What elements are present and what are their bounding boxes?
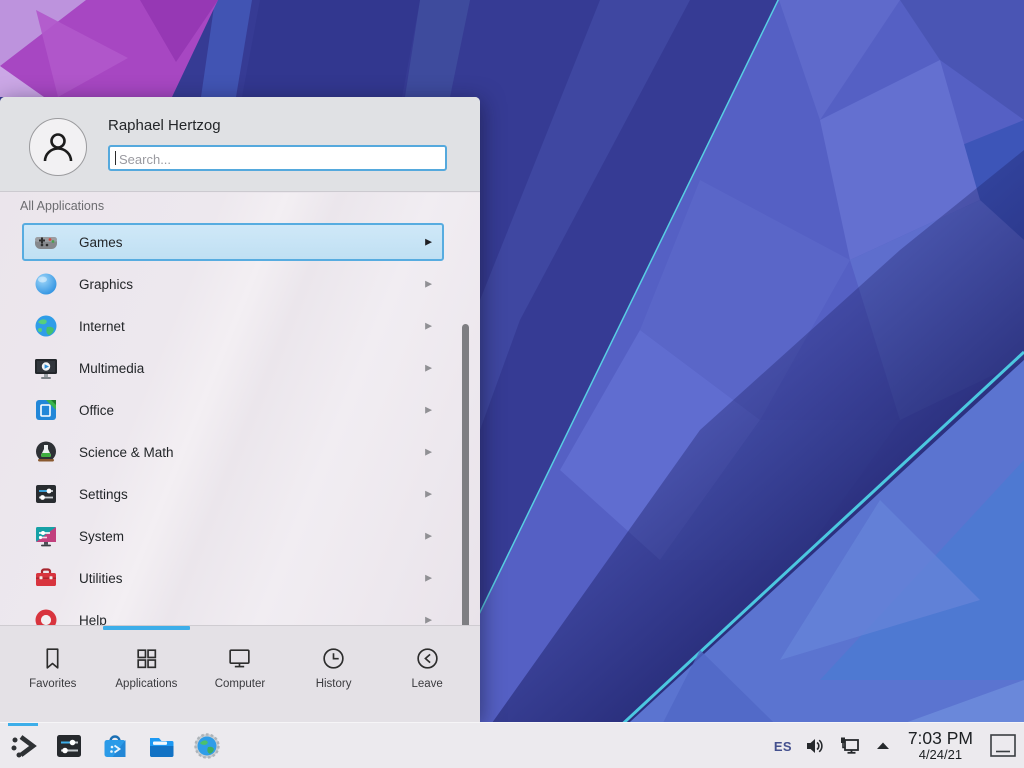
globe-browser-icon xyxy=(193,732,221,760)
keyboard-layout-indicator[interactable]: ES xyxy=(774,739,792,754)
menu-header: Raphael Hertzog xyxy=(0,97,480,192)
dolphin-folder-icon xyxy=(147,732,175,760)
user-avatar[interactable] xyxy=(29,118,87,176)
leave-icon xyxy=(414,645,441,672)
system-settings-button[interactable] xyxy=(54,731,84,761)
menu-item-label: Help xyxy=(79,613,107,626)
menu-item-system[interactable]: System ▶ xyxy=(22,517,444,555)
submenu-arrow-icon: ▶ xyxy=(425,279,432,290)
multimedia-icon xyxy=(33,355,59,381)
user-name: Raphael Hertzog xyxy=(108,117,221,134)
tab-favorites[interactable]: Favorites xyxy=(6,626,100,722)
search-field[interactable] xyxy=(108,145,447,171)
utilities-icon xyxy=(33,565,59,591)
system-icon xyxy=(33,523,59,549)
file-manager-button[interactable] xyxy=(146,731,176,761)
menu-item-internet[interactable]: Internet ▶ xyxy=(22,307,444,345)
submenu-arrow-icon: ▶ xyxy=(425,447,432,458)
section-label: All Applications xyxy=(20,199,104,213)
app-launcher-button[interactable] xyxy=(8,731,38,761)
tab-computer[interactable]: Computer xyxy=(193,626,287,722)
kde-launcher-icon xyxy=(9,732,37,760)
menu-item-label: Games xyxy=(79,235,123,250)
clock-date: 4/24/21 xyxy=(908,748,973,762)
history-icon xyxy=(320,645,347,672)
science-icon xyxy=(33,439,59,465)
office-icon xyxy=(33,397,59,423)
menu-item-games[interactable]: Games ▶ xyxy=(22,223,444,261)
discover-icon xyxy=(101,732,129,760)
submenu-arrow-icon: ▶ xyxy=(425,573,432,584)
submenu-arrow-icon: ▶ xyxy=(425,321,432,332)
applications-icon xyxy=(133,645,160,672)
application-category-list: All Applications Games ▶ G xyxy=(0,193,480,625)
menu-item-label: Science & Math xyxy=(79,445,174,460)
taskbar-panel: ES 7:03 PM xyxy=(0,722,1024,768)
submenu-arrow-icon: ▶ xyxy=(425,237,432,248)
expand-tray-button[interactable] xyxy=(874,737,892,755)
desktop: Raphael Hertzog All Applications Games ▶ xyxy=(0,0,1024,768)
tab-label: Favorites xyxy=(29,678,76,690)
submenu-arrow-icon: ▶ xyxy=(425,489,432,500)
menu-item-label: Internet xyxy=(79,319,125,334)
tab-history[interactable]: History xyxy=(287,626,381,722)
menu-item-settings[interactable]: Settings ▶ xyxy=(22,475,444,513)
menu-item-label: Graphics xyxy=(79,277,133,292)
menu-item-multimedia[interactable]: Multimedia ▶ xyxy=(22,349,444,387)
tab-label: History xyxy=(316,678,352,690)
search-input[interactable] xyxy=(117,147,441,171)
settings-icon xyxy=(33,481,59,507)
menu-item-label: Settings xyxy=(79,487,128,502)
system-tray: ES 7:03 PM xyxy=(774,723,1024,768)
network-icon xyxy=(838,734,862,758)
volume-button[interactable] xyxy=(804,735,826,757)
submenu-arrow-icon: ▶ xyxy=(425,615,432,626)
tab-label: Computer xyxy=(215,678,266,690)
application-launcher-menu: Raphael Hertzog All Applications Games ▶ xyxy=(0,97,480,722)
expand-tray-icon xyxy=(874,737,892,755)
system-settings-icon xyxy=(55,732,83,760)
graphics-icon xyxy=(33,271,59,297)
submenu-arrow-icon: ▶ xyxy=(425,405,432,416)
help-icon xyxy=(33,607,59,625)
tab-label: Leave xyxy=(412,678,443,690)
favorites-icon xyxy=(39,645,66,672)
menu-item-utilities[interactable]: Utilities ▶ xyxy=(22,559,444,597)
show-desktop-icon xyxy=(989,732,1017,760)
tab-applications[interactable]: Applications xyxy=(100,626,194,722)
menu-item-science-math[interactable]: Science & Math ▶ xyxy=(22,433,444,471)
user-icon xyxy=(40,129,76,165)
selected-tab-indicator xyxy=(103,626,190,630)
internet-icon xyxy=(33,313,59,339)
computer-icon xyxy=(226,645,253,672)
submenu-arrow-icon: ▶ xyxy=(425,531,432,542)
clock-time: 7:03 PM xyxy=(908,729,973,748)
menu-item-graphics[interactable]: Graphics ▶ xyxy=(22,265,444,303)
menu-item-label: Office xyxy=(79,403,114,418)
digital-clock[interactable]: 7:03 PM 4/24/21 xyxy=(908,729,973,763)
tab-label: Applications xyxy=(115,678,177,690)
menu-item-label: System xyxy=(79,529,124,544)
web-browser-button[interactable] xyxy=(192,731,222,761)
list-scrollbar[interactable] xyxy=(462,324,469,625)
submenu-arrow-icon: ▶ xyxy=(425,363,432,374)
menu-item-label: Utilities xyxy=(79,571,123,586)
discover-button[interactable] xyxy=(100,731,130,761)
menu-item-help[interactable]: Help ▶ xyxy=(22,601,444,625)
menu-item-label: Multimedia xyxy=(79,361,144,376)
menu-item-office[interactable]: Office ▶ xyxy=(22,391,444,429)
tab-leave[interactable]: Leave xyxy=(380,626,474,722)
taskbar-app-icons xyxy=(8,723,222,768)
menu-tab-bar: Favorites Applications Computer xyxy=(0,625,480,722)
text-caret xyxy=(115,151,116,165)
network-button[interactable] xyxy=(838,734,862,758)
show-desktop-button[interactable] xyxy=(989,732,1017,760)
volume-icon xyxy=(804,735,826,757)
games-icon xyxy=(33,229,59,255)
